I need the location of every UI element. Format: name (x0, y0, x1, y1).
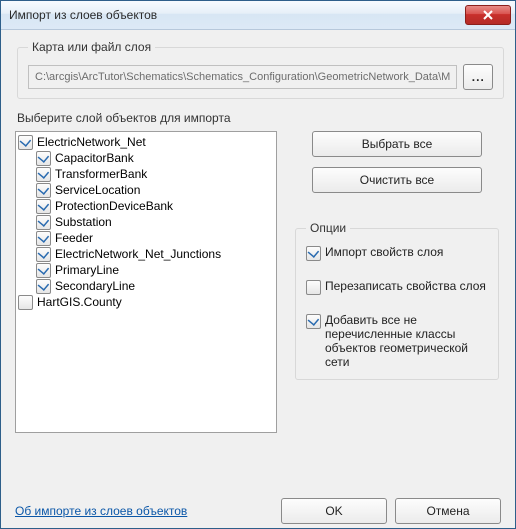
option-label: Импорт свойств слоя (325, 245, 443, 259)
tree-item-label: HartGIS.County (37, 295, 122, 309)
tree-item-checkbox[interactable] (18, 135, 33, 150)
close-icon (483, 10, 493, 20)
tree-item-label: Substation (55, 215, 112, 229)
titlebar[interactable]: Импорт из слоев объектов (1, 1, 515, 30)
close-button[interactable] (465, 5, 511, 25)
tree-item-label: ProtectionDeviceBank (55, 199, 173, 213)
clear-all-button[interactable]: Очистить все (312, 167, 482, 193)
option-checkbox[interactable] (306, 314, 321, 329)
tree-item-checkbox[interactable] (36, 215, 51, 230)
option-item[interactable]: Перезаписать свойства слоя (306, 279, 488, 295)
tree-item[interactable]: Feeder (18, 230, 274, 246)
map-file-legend: Карта или файл слоя (28, 40, 155, 54)
tree-item-checkbox[interactable] (36, 151, 51, 166)
dialog-footer: Об импорте из слоев объектов OK Отмена (15, 490, 501, 524)
option-label: Перезаписать свойства слоя (325, 279, 486, 293)
tree-item-checkbox[interactable] (36, 247, 51, 262)
tree-item[interactable]: ProtectionDeviceBank (18, 198, 274, 214)
tree-item-label: Feeder (55, 231, 93, 245)
map-file-group: Карта или файл слоя C:\arcgis\ArcTutor\S… (17, 40, 504, 99)
option-item[interactable]: Добавить все не перечисленные классы объ… (306, 313, 488, 369)
tree-item-checkbox[interactable] (18, 295, 33, 310)
tree-item[interactable]: ElectricNetwork_Net (18, 134, 274, 150)
tree-item[interactable]: SecondaryLine (18, 278, 274, 294)
tree-item[interactable]: ServiceLocation (18, 182, 274, 198)
tree-item-label: ElectricNetwork_Net_Junctions (55, 247, 221, 261)
tree-item-checkbox[interactable] (36, 183, 51, 198)
layers-label: Выберите слой объектов для импорта (17, 111, 501, 125)
cancel-button[interactable]: Отмена (395, 498, 501, 524)
tree-item-label: SecondaryLine (55, 279, 135, 293)
tree-item-checkbox[interactable] (36, 279, 51, 294)
option-checkbox[interactable] (306, 246, 321, 261)
select-all-button[interactable]: Выбрать все (312, 131, 482, 157)
tree-item-label: PrimaryLine (55, 263, 119, 277)
tree-item[interactable]: TransformerBank (18, 166, 274, 182)
help-link[interactable]: Об импорте из слоев объектов (15, 504, 187, 518)
ok-button[interactable]: OK (281, 498, 387, 524)
map-path-input[interactable]: C:\arcgis\ArcTutor\Schematics\Schematics… (28, 65, 457, 89)
browse-button[interactable]: ... (463, 64, 493, 90)
dialog-content: Карта или файл слоя C:\arcgis\ArcTutor\S… (1, 30, 515, 528)
option-checkbox[interactable] (306, 280, 321, 295)
tree-item-checkbox[interactable] (36, 167, 51, 182)
tree-item-label: CapacitorBank (55, 151, 134, 165)
tree-item[interactable]: PrimaryLine (18, 262, 274, 278)
tree-item-label: TransformerBank (55, 167, 147, 181)
option-item[interactable]: Импорт свойств слоя (306, 245, 488, 261)
tree-item[interactable]: ElectricNetwork_Net_Junctions (18, 246, 274, 262)
option-label: Добавить все не перечисленные классы объ… (325, 313, 488, 369)
tree-item-checkbox[interactable] (36, 199, 51, 214)
options-legend: Опции (306, 221, 350, 235)
options-group: Опции Импорт свойств слоя Перезаписать св… (295, 221, 499, 380)
tree-item-label: ServiceLocation (55, 183, 140, 197)
layers-tree[interactable]: ElectricNetwork_Net CapacitorBank Transfor… (15, 131, 277, 433)
dialog-window: Импорт из слоев объектов Карта или файл … (0, 0, 516, 529)
tree-item-checkbox[interactable] (36, 263, 51, 278)
tree-item-checkbox[interactable] (36, 231, 51, 246)
tree-item-label: ElectricNetwork_Net (37, 135, 146, 149)
tree-item[interactable]: Substation (18, 214, 274, 230)
window-title: Импорт из слоев объектов (9, 8, 465, 22)
tree-item[interactable]: HartGIS.County (18, 294, 274, 310)
tree-item[interactable]: CapacitorBank (18, 150, 274, 166)
